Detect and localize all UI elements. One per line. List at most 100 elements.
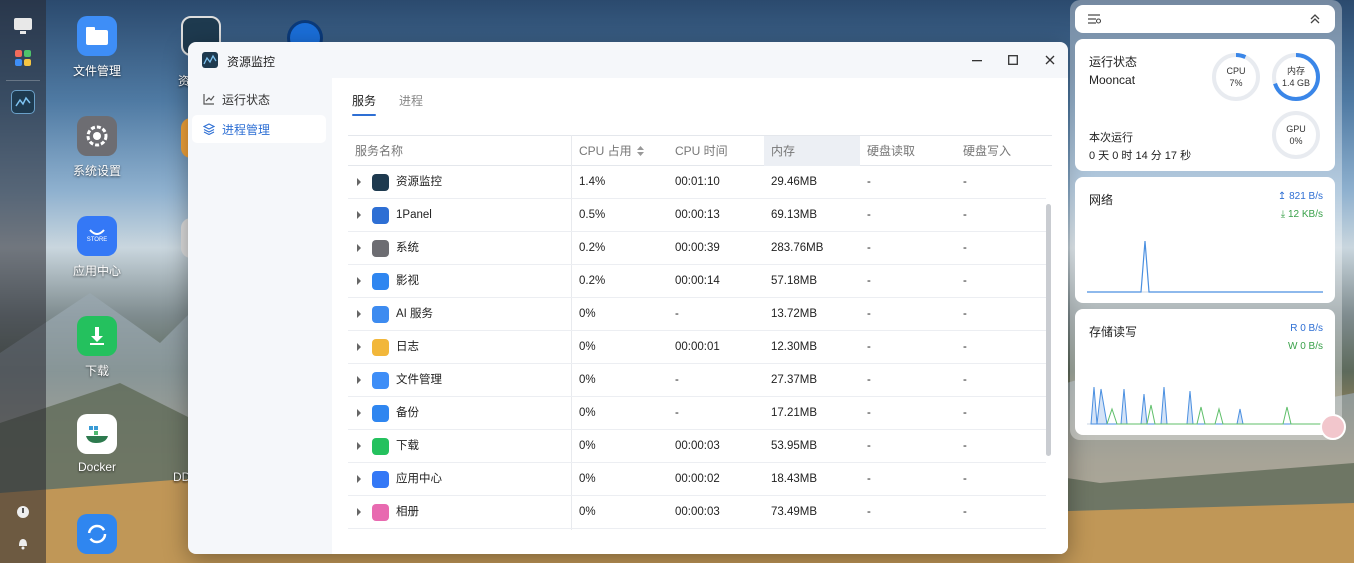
table-row[interactable]: AI 服务 0% - 13.72MB - -	[348, 298, 1046, 331]
cell-cpu: 0%	[579, 374, 596, 386]
expand-caret-icon[interactable]	[357, 244, 361, 252]
bell-icon[interactable]	[11, 531, 35, 555]
tab-processes[interactable]: 进程	[399, 92, 423, 109]
cell-cpu: 0%	[579, 506, 596, 518]
cell-time: 00:00:02	[675, 473, 720, 485]
cell-mem: 17.21MB	[771, 407, 818, 419]
tab-bar: 服务 进程	[332, 78, 1068, 118]
desktop-icon[interactable]	[11, 14, 35, 38]
cell-mem: 73.49MB	[771, 506, 818, 518]
panel-icon	[372, 207, 389, 224]
column-header-cpu-time[interactable]: CPU 时间	[668, 136, 764, 166]
uptime-value: 0 天 0 时 14 分 17 秒	[1089, 150, 1192, 162]
gear-icon	[372, 240, 389, 257]
desktop-icon-download[interactable]: 下载	[52, 316, 142, 379]
power-icon[interactable]	[11, 500, 35, 524]
column-header-cpu[interactable]: CPU 占用	[572, 136, 668, 166]
close-icon[interactable]	[1041, 51, 1059, 69]
gpu-value: 0%	[1289, 136, 1303, 146]
expand-caret-icon[interactable]	[357, 508, 361, 516]
table-row[interactable]: 备份 0% - 17.21MB - -	[348, 397, 1046, 430]
service-name: 日志	[396, 341, 419, 353]
expand-caret-icon[interactable]	[357, 343, 361, 351]
sort-icon	[637, 137, 645, 167]
expand-caret-icon[interactable]	[357, 376, 361, 384]
expand-caret-icon[interactable]	[357, 277, 361, 285]
service-name: 文件管理	[396, 374, 442, 386]
storage-card: 存储读写 R 0 B/s W 0 B/s	[1075, 309, 1335, 435]
desktop-icon-settings[interactable]: 系统设置	[52, 116, 142, 179]
table-row[interactable]: 资源监控 1.4% 00:01:10 29.46MB - -	[348, 166, 1046, 199]
network-card: 网络 ↥ 821 B/s ⤓ 12 KB/s	[1075, 177, 1335, 303]
photos-icon	[372, 504, 389, 521]
expand-caret-icon[interactable]	[357, 211, 361, 219]
expand-caret-icon[interactable]	[357, 442, 361, 450]
table-row[interactable]: 相册 0% 00:00:03 73.49MB - -	[348, 496, 1046, 529]
desktop-icon-label: 下载	[84, 364, 109, 378]
network-upload: ↥ 821 B/s	[1278, 191, 1323, 202]
table-row[interactable]: 文件管理 0% - 27.37MB - -	[348, 364, 1046, 397]
column-header-disk-write[interactable]: 硬盘写入	[956, 136, 1052, 166]
resource-monitor-icon	[202, 52, 218, 68]
desktop-icon-sync[interactable]	[52, 514, 142, 560]
cell-mem: 27.37MB	[771, 374, 818, 386]
sidebar-item-status[interactable]: 运行状态	[192, 85, 326, 113]
column-header-memory[interactable]: 内存	[764, 136, 860, 166]
storage-title: 存储读写	[1089, 325, 1138, 339]
cell-mem: 12.30MB	[771, 341, 818, 353]
assistant-avatar[interactable]	[1320, 414, 1346, 440]
tab-services[interactable]: 服务	[352, 92, 376, 109]
table-row[interactable]: 系统 0.2% 00:00:39 283.76MB - -	[348, 232, 1046, 265]
table-row[interactable]: 下载 0% 00:00:03 53.95MB - -	[348, 430, 1046, 463]
cpu-value: 7%	[1229, 78, 1243, 88]
cell-read: -	[867, 407, 871, 419]
sidebar-item-process[interactable]: 进程管理	[192, 115, 326, 143]
table-row[interactable]: 影视 0.2% 00:00:14 57.18MB - -	[348, 265, 1046, 298]
table-row[interactable]: 1Panel 0.5% 00:00:13 69.13MB - -	[348, 199, 1046, 232]
desktop-icon-file-manager[interactable]: 文件管理	[52, 16, 142, 79]
desktop-icon-app-center[interactable]: STORE 应用中心	[52, 216, 142, 279]
expand-caret-icon[interactable]	[357, 475, 361, 483]
maximize-icon[interactable]	[1004, 51, 1022, 69]
vertical-scrollbar[interactable]	[1046, 204, 1051, 456]
table-row[interactable]: 日志 0% 00:00:01 12.30MB - -	[348, 331, 1046, 364]
widget-toolbar	[1075, 5, 1335, 33]
uptime-label: 本次运行	[1089, 132, 1133, 144]
expand-caret-icon[interactable]	[357, 178, 361, 186]
expand-caret-icon[interactable]	[357, 310, 361, 318]
column-header-name[interactable]: 服务名称	[348, 136, 572, 166]
cell-write: -	[963, 242, 967, 254]
minimize-icon[interactable]	[968, 51, 986, 69]
sync-icon	[77, 514, 117, 554]
desktop-icon-docker[interactable]: Docker	[52, 414, 142, 474]
service-name: AI 服务	[396, 308, 434, 320]
expand-caret-icon[interactable]	[357, 409, 361, 417]
service-name: 应用中心	[396, 473, 442, 485]
cell-time: 00:00:13	[675, 209, 720, 221]
app-grid-icon[interactable]	[11, 46, 35, 70]
column-header-disk-read[interactable]: 硬盘读取	[860, 136, 956, 166]
collapse-icon[interactable]	[1310, 13, 1320, 28]
cell-read: -	[867, 176, 871, 188]
gpu-gauge-label: GPU 0%	[1270, 123, 1322, 147]
sidebar: 运行状态 进程管理	[188, 78, 332, 554]
download-speed: 12 KB/s	[1287, 209, 1323, 220]
filter-settings-icon[interactable]	[1088, 13, 1102, 28]
cell-write: -	[963, 506, 967, 518]
cell-read: -	[867, 275, 871, 287]
cell-time: 00:00:03	[675, 440, 720, 452]
service-name: 备份	[396, 407, 419, 419]
table-row[interactable]: 应用中心 0% 00:00:02 18.43MB - -	[348, 463, 1046, 496]
cell-cpu: 0%	[579, 407, 596, 419]
resource-monitor-dock-icon[interactable]	[11, 90, 35, 114]
service-name: 下载	[396, 440, 419, 452]
gpu-label: GPU	[1286, 124, 1306, 134]
cell-cpu: 0.2%	[579, 275, 606, 287]
gear-icon	[77, 116, 117, 156]
cell-cpu: 0%	[579, 440, 596, 452]
dock-divider	[6, 80, 40, 81]
cell-cpu: 1.4%	[579, 176, 606, 188]
cell-mem: 69.13MB	[771, 209, 818, 221]
cell-time: 00:00:14	[675, 275, 720, 287]
service-name: 相册	[396, 506, 419, 518]
